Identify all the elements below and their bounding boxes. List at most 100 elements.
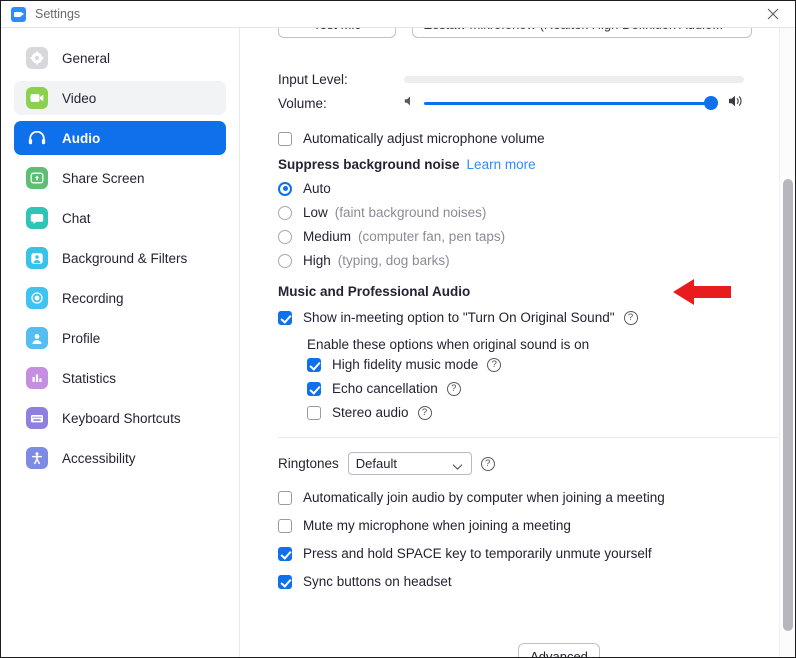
stereo-audio-label: Stereo audio: [332, 405, 409, 420]
noise-radio-medium[interactable]: [278, 229, 292, 244]
auto-join-audio-row[interactable]: Automatically join audio by computer whe…: [278, 490, 665, 505]
suppress-noise-heading-row: Suppress background noise Learn more: [278, 157, 536, 172]
sidebar-item-video[interactable]: Video: [14, 81, 226, 115]
sidebar-item-label: Profile: [62, 330, 101, 346]
sidebar-item-statistics[interactable]: Statistics: [14, 361, 226, 395]
auto-adjust-mic-row[interactable]: Automatically adjust microphone volume: [278, 131, 545, 146]
noise-radio-auto[interactable]: [278, 181, 292, 196]
close-button[interactable]: [750, 1, 795, 27]
sidebar-item-label: General: [62, 50, 111, 66]
suppress-noise-heading: Suppress background noise: [278, 157, 460, 172]
auto-adjust-mic-checkbox[interactable]: [278, 131, 292, 146]
input-level-row: Input Level:: [278, 72, 744, 87]
auto-adjust-mic-label: Automatically adjust microphone volume: [303, 131, 545, 146]
stereo-audio-checkbox[interactable]: [307, 405, 321, 420]
high-fidelity-checkbox[interactable]: [307, 357, 321, 372]
zoom-camera-icon: [11, 6, 26, 22]
ringtones-label: Ringtones: [278, 456, 339, 471]
sidebar-item-share-screen[interactable]: Share Screen: [14, 161, 226, 195]
volume-label: Volume:: [278, 95, 327, 111]
scrollbar-thumb[interactable]: [783, 179, 793, 631]
sidebar-item-chat[interactable]: Chat: [14, 201, 226, 235]
title-bar: Settings: [1, 1, 795, 28]
input-level-meter: [404, 76, 744, 83]
sidebar-item-label: Accessibility: [62, 450, 136, 466]
record-circle-icon: [26, 287, 48, 309]
high-fidelity-row[interactable]: High fidelity music mode ?: [307, 357, 502, 372]
stereo-audio-row[interactable]: Stereo audio ?: [307, 405, 432, 420]
noise-option-label: Medium: [303, 229, 352, 244]
noise-option-hint: (typing, dog barks): [337, 253, 450, 268]
help-circle-icon[interactable]: ?: [623, 310, 638, 325]
sidebar-item-label: Recording: [62, 290, 124, 306]
noise-radio-low[interactable]: [278, 205, 292, 220]
sidebar-item-label: Video: [62, 90, 97, 106]
original-sound-label: Show in-meeting option to "Turn On Origi…: [303, 310, 615, 325]
sync-headset-checkbox[interactable]: [278, 574, 292, 589]
help-circle-icon[interactable]: ?: [487, 357, 502, 372]
speaker-volume-icon: [728, 94, 744, 113]
sidebar-item-label: Audio: [62, 130, 101, 146]
window-title: Settings: [35, 7, 81, 21]
sidebar-item-label: Share Screen: [62, 170, 145, 186]
keyboard-icon: [26, 407, 48, 429]
echo-cancellation-row[interactable]: Echo cancellation ?: [307, 381, 461, 396]
share-screen-icon: [26, 167, 48, 189]
volume-row: Volume:: [278, 93, 744, 113]
noise-option-low[interactable]: Low (faint background noises): [278, 205, 486, 220]
sidebar-item-general[interactable]: General: [14, 41, 226, 75]
original-sound-sub-heading: Enable these options when original sound…: [307, 337, 590, 352]
sidebar-item-label: Keyboard Shortcuts: [62, 410, 181, 426]
mute-mic-join-checkbox[interactable]: [278, 518, 292, 533]
sync-headset-row[interactable]: Sync buttons on headset: [278, 574, 452, 589]
input-level-label: Input Level:: [278, 72, 348, 87]
sidebar-item-background-filters[interactable]: Background & Filters: [14, 241, 226, 275]
volume-slider-knob[interactable]: [704, 96, 718, 110]
chevron-down-icon: [452, 459, 463, 474]
space-key-unmute-checkbox[interactable]: [278, 546, 292, 561]
sidebar-item-accessibility[interactable]: Accessibility: [14, 441, 226, 475]
sidebar-item-label: Statistics: [62, 370, 117, 386]
help-circle-icon[interactable]: ?: [480, 456, 495, 471]
original-sound-row[interactable]: Show in-meeting option to "Turn On Origi…: [278, 310, 638, 325]
music-audio-heading-row: Music and Professional Audio: [278, 284, 470, 299]
help-circle-icon[interactable]: ?: [446, 381, 461, 396]
content-scrollbar[interactable]: [779, 28, 795, 657]
music-audio-heading: Music and Professional Audio: [278, 284, 471, 299]
auto-join-audio-checkbox[interactable]: [278, 490, 292, 505]
advanced-button[interactable]: Advanced: [518, 643, 600, 657]
video-camera-icon: [26, 87, 48, 109]
ringtones-select-value: Default: [355, 456, 397, 471]
microphone-select[interactable]: Zestaw mikrofonów (Realtek High Definiti…: [412, 28, 752, 38]
sync-headset-label: Sync buttons on headset: [303, 574, 452, 589]
noise-option-high[interactable]: High (typing, dog barks): [278, 253, 450, 268]
noise-option-medium[interactable]: Medium (computer fan, pen taps): [278, 229, 505, 244]
sidebar-item-audio[interactable]: Audio: [14, 121, 226, 155]
space-key-unmute-label: Press and hold SPACE key to temporarily …: [303, 546, 652, 561]
help-circle-icon[interactable]: ?: [417, 405, 432, 420]
volume-slider[interactable]: [404, 93, 744, 113]
echo-cancellation-checkbox[interactable]: [307, 381, 321, 396]
person-frame-icon: [26, 247, 48, 269]
sidebar-item-profile[interactable]: Profile: [14, 321, 226, 355]
space-key-unmute-row[interactable]: Press and hold SPACE key to temporarily …: [278, 546, 652, 561]
test-mic-button[interactable]: Test Mic: [278, 28, 396, 38]
mute-mic-join-row[interactable]: Mute my microphone when joining a meetin…: [278, 518, 571, 533]
echo-cancellation-label: Echo cancellation: [332, 381, 438, 396]
sidebar-item-label: Chat: [62, 210, 91, 226]
person-icon: [26, 327, 48, 349]
section-divider: [278, 437, 778, 438]
ringtones-row: Ringtones Default ?: [278, 452, 495, 475]
original-sound-checkbox[interactable]: [278, 310, 292, 325]
noise-radio-high[interactable]: [278, 253, 292, 268]
chat-bubble-icon: [26, 207, 48, 229]
learn-more-link[interactable]: Learn more: [467, 157, 536, 172]
noise-option-auto[interactable]: Auto: [278, 181, 331, 196]
settings-window: Settings General Video Audio Share Scree…: [0, 0, 796, 658]
noise-option-hint: (computer fan, pen taps): [358, 229, 506, 244]
volume-slider-track[interactable]: [424, 96, 718, 110]
sidebar-item-keyboard-shortcuts[interactable]: Keyboard Shortcuts: [14, 401, 226, 435]
sidebar-item-recording[interactable]: Recording: [14, 281, 226, 315]
ringtones-select[interactable]: Default: [347, 452, 472, 475]
mic-controls-row: Test Mic Zestaw mikrofonów (Realtek High…: [278, 28, 778, 38]
